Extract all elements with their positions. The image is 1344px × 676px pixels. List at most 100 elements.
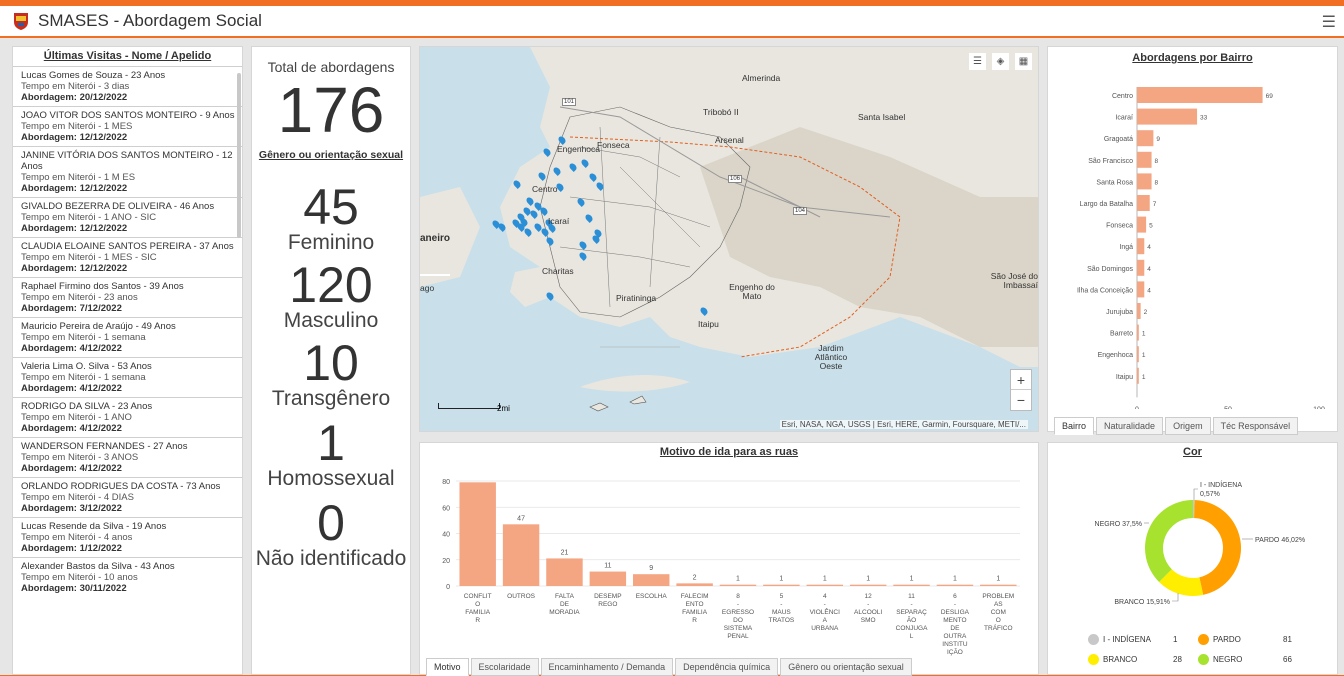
tab-t-c-respons-vel[interactable]: Téc Responsável <box>1212 417 1299 435</box>
bairro-bar[interactable] <box>1137 238 1145 255</box>
bairro-category-label: Fonseca <box>1106 223 1133 230</box>
motivo-bar[interactable] <box>502 524 540 586</box>
bairro-value-label: 7 <box>1153 201 1157 208</box>
zoom-in-button[interactable]: + <box>1011 370 1031 390</box>
cor-legend-swatch <box>1088 653 1099 665</box>
bairro-category-label: Jurujuba <box>1106 309 1133 316</box>
visit-item[interactable]: JANINE VITÓRIA DOS SANTOS MONTEIRO - 12 … <box>13 146 242 197</box>
visit-item[interactable]: WANDERSON FERNANDES - 27 Anos Tempo em Ni… <box>13 437 242 477</box>
cor-callout-label: I - INDÍGENA <box>1200 480 1242 489</box>
motivo-bar[interactable] <box>459 482 496 586</box>
basemap-icon[interactable]: ▦ <box>1015 53 1032 70</box>
bairro-bar[interactable] <box>1137 216 1147 233</box>
bairro-bar[interactable] <box>1137 303 1141 319</box>
visit-list-scrollbar[interactable] <box>237 73 241 238</box>
visit-date: Abordagem: 4/12/2022 <box>21 463 122 474</box>
tab-bairro[interactable]: Bairro <box>1054 417 1095 435</box>
legend-list-icon[interactable]: ☰ <box>969 53 986 70</box>
dashboard: Últimas Visitas - Nome / Apelido Lucas G… <box>0 38 1344 676</box>
visit-item[interactable]: Mauricio Pereira de Araújo - 49 Anos Temp… <box>13 317 242 357</box>
cor-callout-line <box>1172 593 1179 602</box>
gender-section-heading: Gênero ou orientação sexual <box>258 149 404 161</box>
motivo-bar[interactable] <box>936 584 974 586</box>
motivo-value-label: 11 <box>604 563 611 570</box>
bairro-chart: Centro 69 Icaraí 33 Gragoatá 9 São Francisco 8 S… <box>1077 87 1325 409</box>
visit-item[interactable]: Lucas Gomes de Souza - 23 Anos Tempo em N… <box>13 66 242 106</box>
motivo-bar[interactable] <box>676 583 713 586</box>
visit-item[interactable]: Valeria Lima O. Silva - 53 Anos Tempo em … <box>13 357 242 397</box>
visit-item[interactable]: JOAO VITOR DOS SANTOS MONTEIRO - 9 Anos T… <box>13 106 242 146</box>
visit-tempo: Tempo em Niterói - 1 semana <box>21 372 146 383</box>
motivo-bar[interactable] <box>719 584 757 586</box>
cor-legend-item[interactable]: NEGRO 66 <box>1198 653 1318 665</box>
motivo-bar[interactable] <box>633 574 670 586</box>
cor-slice[interactable] <box>1145 500 1193 582</box>
map-label-rio: aneiro <box>420 233 451 244</box>
motivo-category-label: 6 -DESLIGA MENTO DE OUTRA INSTITU IÇÃO <box>941 593 970 656</box>
tab-depend-ncia-qu-mica[interactable]: Dependência química <box>675 658 779 676</box>
cor-legend: I - INDÍGENA 1 PARDO 81 BRANCO 28 NEGRO 66 <box>1088 629 1328 669</box>
map-canvas[interactable] <box>420 47 1039 432</box>
motivo-bar[interactable] <box>893 584 930 586</box>
cor-legend-label: NEGRO <box>1213 654 1243 664</box>
motivo-category-label: PROBLEM AS COM O TRÁFICO <box>982 593 1014 632</box>
visit-item[interactable]: Alexander Bastos da Silva - 43 Anos Tempo… <box>13 557 242 597</box>
motivo-category-label: FALECIM ENTO FAMILIA R <box>681 593 709 624</box>
bairro-bar[interactable] <box>1137 281 1145 298</box>
map-label-engenhoca: Engenhoca <box>557 144 601 154</box>
motivo-bar[interactable] <box>763 584 800 586</box>
visit-item[interactable]: GIVALDO BEZERRA DE OLIVEIRA - 46 Anos Tem… <box>13 197 242 237</box>
cor-chart: I - INDÍGENA 0,57% PARDO 46,02% BRANCO 15,9… <box>1095 480 1306 606</box>
visit-name: JOAO VITOR DOS SANTOS MONTEIRO - 9 Anos <box>21 110 235 121</box>
tab-escolaridade[interactable]: Escolaridade <box>470 658 539 676</box>
bairro-category-label: Icaraí <box>1115 115 1133 122</box>
motivo-bar[interactable] <box>546 558 583 586</box>
map-attribution[interactable]: Esri, NASA, NGA, USGS | Esri, HERE, Garm… <box>779 420 1028 429</box>
map-panel[interactable]: Almerinda Tribobó II Santa Isabel Arsena… <box>419 46 1039 432</box>
hamburger-menu-icon[interactable]: ☰ <box>1322 12 1336 32</box>
motivo-value-label: 9 <box>649 565 653 572</box>
visit-date: Abordagem: 4/12/2022 <box>21 383 122 394</box>
bairro-bar[interactable] <box>1137 324 1139 341</box>
visit-item[interactable]: CLAUDIA ELOAINE SANTOS PEREIRA - 37 Anos… <box>13 237 242 277</box>
motivo-value-label: 1 <box>779 576 783 583</box>
unidentified-label: Não identificado <box>255 547 407 570</box>
visit-name: Alexander Bastos da Silva - 43 Anos <box>21 561 175 572</box>
motivo-bar[interactable] <box>589 571 627 586</box>
visit-name: GIVALDO BEZERRA DE OLIVEIRA - 46 Anos <box>21 201 215 212</box>
motivo-bar[interactable] <box>980 584 1017 586</box>
tab-encaminhamento-demanda[interactable]: Encaminhamento / Demanda <box>540 658 674 676</box>
bairro-bar[interactable] <box>1137 87 1263 103</box>
cor-legend-label: I - INDÍGENA <box>1103 634 1152 644</box>
tab-motivo[interactable]: Motivo <box>426 658 469 676</box>
bairro-bar[interactable] <box>1137 195 1150 211</box>
bairro-bar[interactable] <box>1137 108 1198 125</box>
cor-legend-row: I - INDÍGENA 1 PARDO 81 <box>1088 629 1328 649</box>
cor-slice[interactable] <box>1194 500 1241 595</box>
tab-origem[interactable]: Origem <box>1165 417 1211 435</box>
bairro-bar[interactable] <box>1137 346 1139 363</box>
visit-item[interactable]: ORLANDO RODRIGUES DA COSTA - 73 Anos Temp… <box>13 477 242 517</box>
tab-g-nero-ou-orienta-o-sexual[interactable]: Gênero ou orientação sexual <box>780 658 912 676</box>
cor-legend-item[interactable]: PARDO 81 <box>1198 633 1318 645</box>
motivo-tabs: Motivo Escolaridade Encaminhamento / Deman… <box>426 658 912 676</box>
bairro-bar[interactable] <box>1137 173 1152 190</box>
visit-list[interactable]: Lucas Gomes de Souza - 23 Anos Tempo em N… <box>13 66 242 597</box>
visit-item[interactable]: Lucas Resende da Silva - 19 Anos Tempo em… <box>13 517 242 557</box>
visit-tempo: Tempo em Niterói - 3 dias <box>21 81 130 92</box>
motivo-bar[interactable] <box>849 584 887 586</box>
motivo-bar[interactable] <box>806 584 843 586</box>
visit-item[interactable]: Raphael Firmino dos Santos - 39 Anos Temp… <box>13 277 242 317</box>
visit-tempo: Tempo em Niterói - 1 M ES <box>21 172 136 183</box>
bairro-bar[interactable] <box>1137 367 1139 384</box>
layers-icon[interactable]: ◈ <box>992 53 1009 70</box>
cor-legend-item[interactable]: BRANCO 28 <box>1088 653 1198 665</box>
bairro-bar[interactable] <box>1137 130 1154 147</box>
cor-legend-item[interactable]: I - INDÍGENA 1 <box>1088 633 1198 645</box>
bairro-bar[interactable] <box>1137 259 1145 276</box>
zoom-out-button[interactable]: − <box>1011 390 1031 410</box>
tab-naturalidade[interactable]: Naturalidade <box>1096 417 1164 435</box>
visit-item[interactable]: RODRIGO DA SILVA - 23 Anos Tempo em Niter… <box>13 397 242 437</box>
road-shield-106: 106 <box>728 175 743 183</box>
bairro-bar[interactable] <box>1137 151 1152 168</box>
